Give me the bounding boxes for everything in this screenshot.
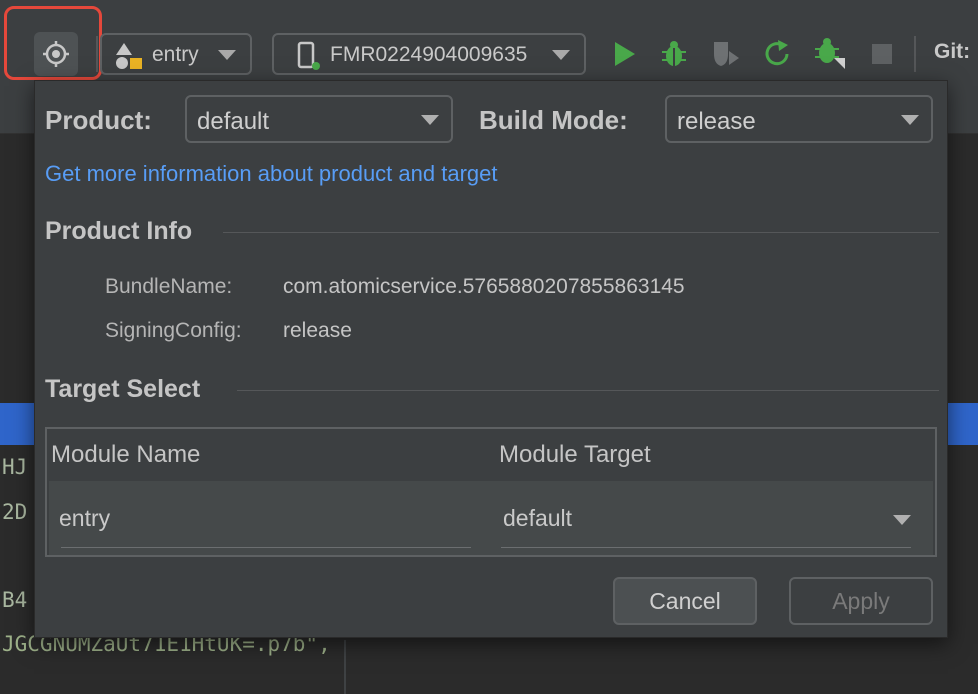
run-button[interactable] (608, 38, 640, 70)
restart-icon (765, 40, 789, 66)
cancel-button[interactable]: Cancel (613, 577, 757, 625)
module-selector[interactable]: entry (100, 33, 252, 75)
toolbar-divider (914, 36, 916, 72)
product-label: Product: (45, 105, 152, 135)
chevron-down-icon (552, 50, 570, 60)
product-info-title: Product Info (45, 217, 193, 245)
info-link[interactable]: Get more information about product and t… (45, 161, 497, 187)
chevron-down-icon (218, 50, 236, 60)
section-divider (237, 390, 939, 391)
column-header-module-name: Module Name (51, 441, 201, 468)
main-toolbar: entry FMR0224904009635 Git: (0, 0, 978, 88)
chevron-down-icon (901, 115, 919, 125)
device-selector[interactable]: FMR0224904009635 (272, 33, 586, 75)
apply-changes-button[interactable] (762, 38, 794, 70)
git-label: Git: (934, 40, 971, 63)
phone-icon (297, 41, 320, 70)
code-fragment: 2D (2, 500, 28, 524)
module-target-cell[interactable]: default (503, 505, 572, 532)
module-icon (116, 43, 142, 69)
target-select-title: Target Select (45, 375, 201, 403)
debug-button[interactable] (658, 38, 690, 70)
debug-icon (662, 41, 686, 66)
bundle-name-key: BundleName: (105, 275, 233, 298)
code-fragment: HJ (2, 455, 28, 479)
product-select-value: default (197, 108, 270, 135)
toolbar-divider (96, 36, 98, 72)
cell-underline (501, 547, 911, 548)
section-divider (223, 232, 939, 233)
signing-config-value: release (283, 319, 352, 342)
chevron-down-icon (421, 115, 439, 125)
build-mode-label: Build Mode: (479, 105, 628, 135)
target-table: Module Name Module Target entry default (45, 427, 937, 557)
highlight-annotation (4, 6, 102, 80)
attach-debugger-button[interactable] (814, 38, 846, 70)
attach-debugger-icon (815, 38, 845, 69)
apply-button[interactable]: Apply (789, 577, 933, 625)
product-target-popup: Product: default Build Mode: release Get… (34, 80, 948, 638)
module-selector-label: entry (152, 43, 199, 66)
build-mode-select-value: release (677, 108, 756, 135)
indent-guide (344, 640, 346, 694)
profiler-icon (714, 42, 739, 66)
bundle-name-value: com.atomicservice.5765880207855863145 (283, 275, 685, 298)
cell-underline (61, 547, 471, 548)
device-selector-label: FMR0224904009635 (330, 43, 528, 66)
column-header-module-target: Module Target (499, 441, 651, 468)
chevron-down-icon[interactable] (893, 515, 911, 525)
stop-icon (872, 44, 892, 64)
module-name-cell[interactable]: entry (59, 505, 110, 532)
stop-button[interactable] (866, 38, 898, 70)
table-row: entry default (49, 481, 933, 555)
signing-config-key: SigningConfig: (105, 319, 242, 342)
build-mode-select[interactable]: release (665, 95, 933, 143)
run-icon (615, 42, 635, 66)
profiler-button[interactable] (710, 38, 742, 70)
product-select[interactable]: default (185, 95, 453, 143)
code-fragment: B4 (2, 588, 28, 612)
